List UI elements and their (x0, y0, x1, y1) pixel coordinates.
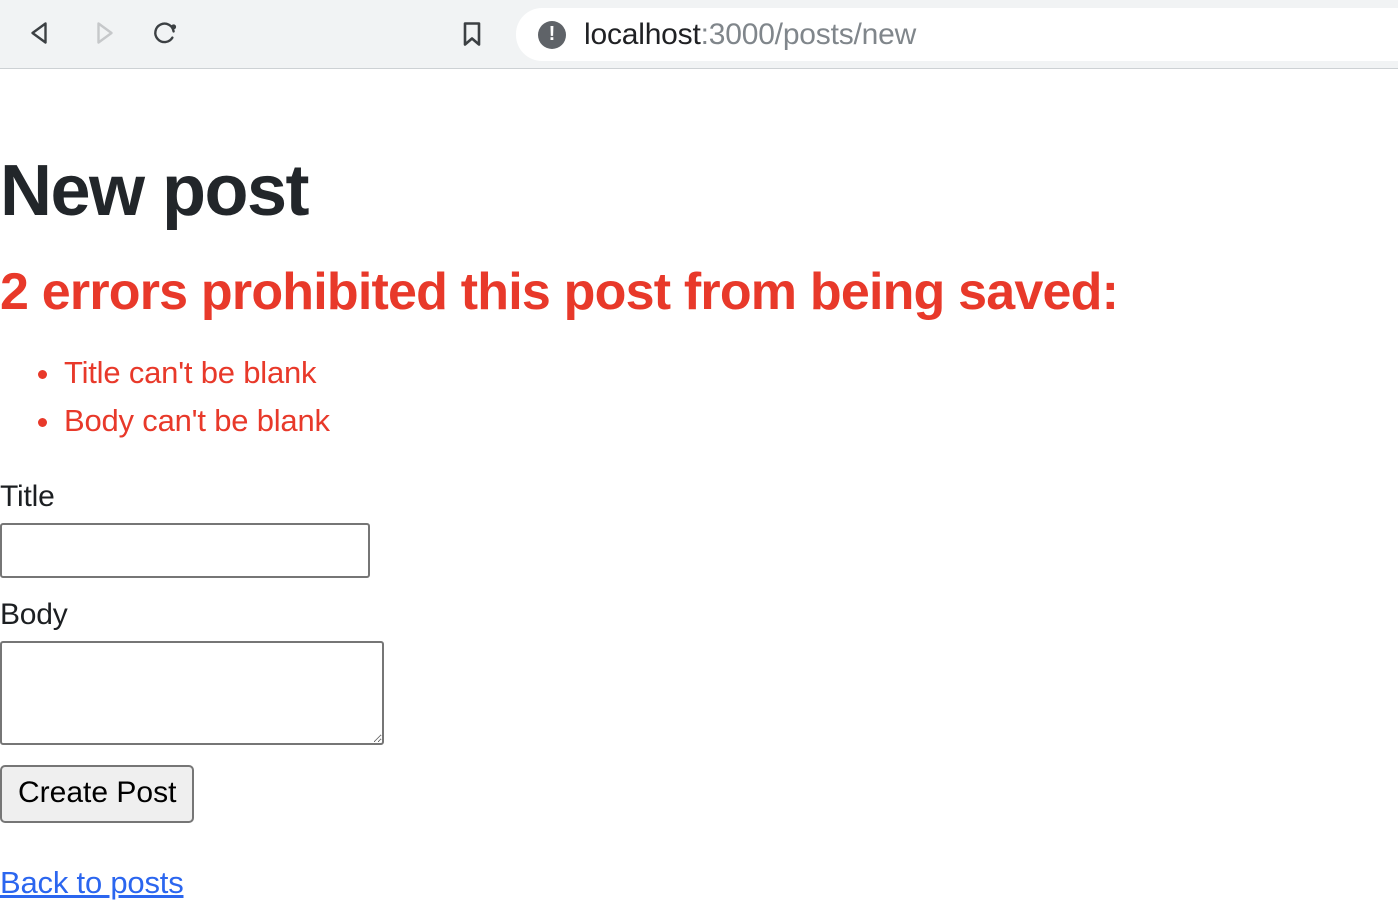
back-arrow-icon (26, 18, 56, 51)
exclamation-glyph: ! (548, 22, 556, 45)
forward-arrow-icon (88, 18, 118, 51)
browser-toolbar: ! localhost:3000/posts/new (0, 0, 1398, 69)
url-path: :3000/posts/new (700, 17, 917, 51)
title-field-label: Title (0, 480, 55, 513)
create-post-button[interactable]: Create Post (0, 765, 195, 823)
error-summary-heading: 2 errors prohibited this post from being… (0, 263, 1119, 321)
back-to-posts-link[interactable]: Back to posts (0, 864, 184, 902)
page-title: New post (0, 151, 310, 231)
body-field-label: Body (0, 598, 68, 631)
title-input[interactable] (0, 523, 370, 578)
list-item: Body can't be blank (38, 397, 330, 445)
reload-icon (150, 18, 180, 51)
not-secure-info-icon[interactable]: ! (538, 20, 566, 49)
address-bar-text: localhost:3000/posts/new (584, 18, 916, 52)
body-textarea[interactable] (0, 641, 384, 745)
new-post-form: Title Body Create Post (0, 479, 700, 823)
back-button[interactable] (24, 17, 58, 51)
navigation-button-group (0, 17, 182, 51)
bookmark-icon (459, 20, 485, 51)
forward-button[interactable] (86, 17, 120, 51)
bookmark-button[interactable] (455, 18, 489, 52)
reload-button[interactable] (148, 17, 182, 51)
error-list: Title can't be blank Body can't be blank (0, 349, 330, 445)
address-bar[interactable]: ! localhost:3000/posts/new (516, 8, 1398, 61)
list-item: Title can't be blank (38, 349, 330, 397)
url-host: localhost (584, 17, 701, 51)
page-content: New post 2 errors prohibited this post f… (0, 69, 1398, 902)
